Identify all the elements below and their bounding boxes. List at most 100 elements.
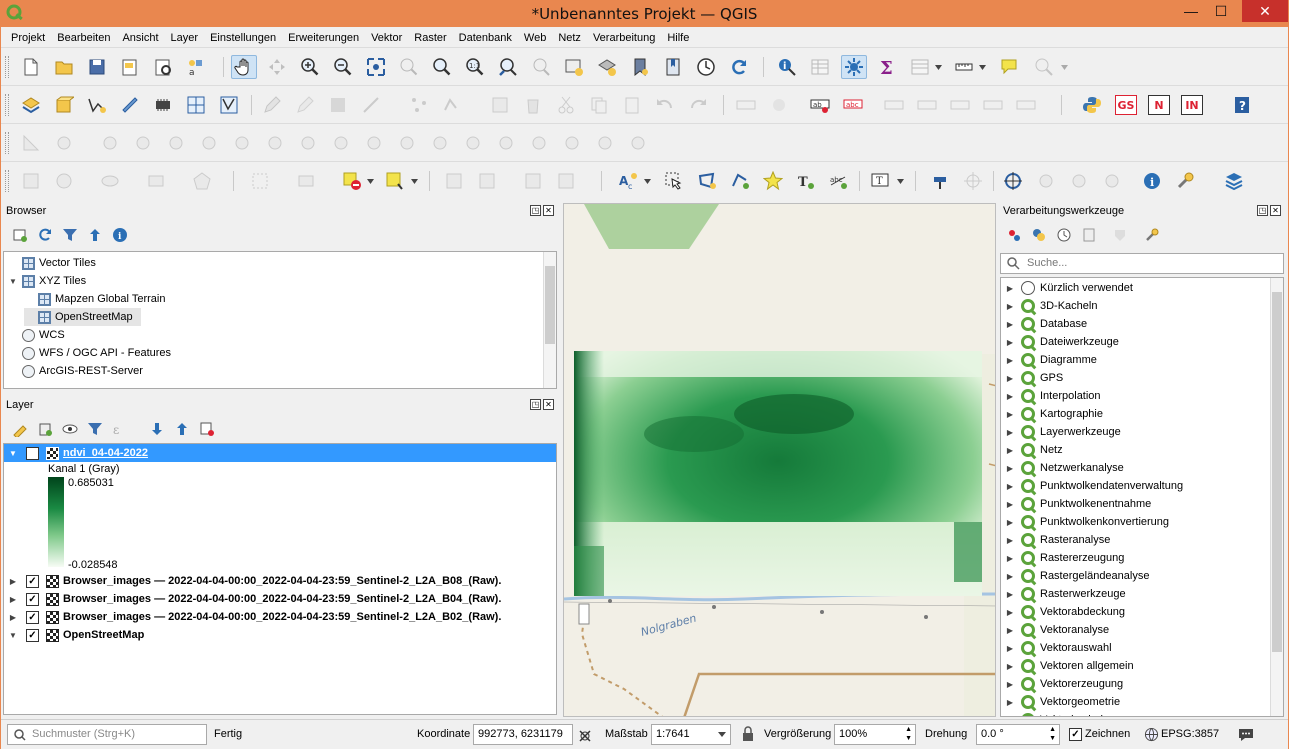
magnifier-spinbox[interactable]: 100% ▲ ▼ (834, 724, 916, 745)
lock-scale-icon[interactable] (741, 726, 755, 742)
expand-arrow-icon[interactable]: ▶ (1005, 572, 1015, 581)
toolbar-grip[interactable] (5, 56, 9, 78)
layer-row[interactable]: ▶ ✓ Browser_images — 2022-04-04-00:00_2022… (4, 572, 556, 590)
move-label-icon[interactable] (947, 93, 973, 117)
new-print-layout-icon[interactable] (117, 55, 143, 79)
rotate-label-icon[interactable] (980, 93, 1006, 117)
rotate-point-symbols-icon[interactable] (625, 131, 651, 155)
python-scripts-icon[interactable] (1031, 227, 1047, 243)
processing-group[interactable]: ▶ Interpolation (1005, 387, 1101, 405)
delete-selected-icon[interactable] (520, 93, 546, 117)
chevron-down-icon[interactable] (411, 179, 418, 184)
gps-reset-icon[interactable] (1099, 169, 1125, 193)
show-hide-labels-icon[interactable] (914, 93, 940, 117)
layer-row[interactable]: ▶ ✓ Browser_images — 2022-04-04-00:00_2022… (4, 608, 556, 626)
expand-arrow-icon[interactable]: ▶ (1005, 698, 1015, 707)
expand-arrow-icon[interactable]: ▶ (8, 595, 18, 604)
text-annotation-icon[interactable]: T (867, 169, 893, 193)
toolbar-grip[interactable] (5, 94, 9, 116)
move-feature-icon[interactable] (51, 131, 77, 155)
label-settings-icon[interactable] (766, 93, 792, 117)
rotate-feature-icon[interactable] (97, 131, 123, 155)
toolbox-search-input[interactable]: Suche... (1000, 253, 1284, 274)
layer-row[interactable]: ▼ ✓ OpenStreetMap (4, 626, 556, 644)
toggle-extents-icon[interactable] (577, 728, 593, 744)
add-selected-layers-icon[interactable] (12, 227, 28, 243)
expand-arrow-icon[interactable]: ▶ (8, 577, 18, 586)
browser-item[interactable]: ▼ XYZ Tiles (8, 272, 86, 290)
expand-arrow-icon[interactable]: ▶ (1005, 644, 1015, 653)
select-features-icon[interactable] (247, 169, 273, 193)
add-text-annotation-icon[interactable]: Ac (615, 169, 641, 193)
chevron-down-icon[interactable] (979, 65, 986, 70)
processing-group[interactable]: ▶ Dateiwerkzeuge (1005, 333, 1119, 351)
expand-arrow-icon[interactable]: ▶ (1005, 410, 1015, 419)
layer-row-ndvi[interactable]: ▼ ✓ ndvi_04-04-2022 (4, 444, 556, 462)
close-button[interactable]: ✕ (1242, 0, 1288, 22)
float-panel-icon[interactable]: ◳ (530, 399, 541, 410)
layer-visibility-checkbox[interactable]: ✓ (26, 610, 39, 624)
expand-arrow-icon[interactable]: ▶ (1005, 680, 1015, 689)
processing-group[interactable]: ▶ Punktwolkendatenverwaltung (1005, 477, 1183, 495)
expand-arrow-icon[interactable]: ▶ (1005, 356, 1015, 365)
gps-crosshair-icon[interactable] (960, 169, 986, 193)
expand-arrow-icon[interactable]: ▶ (8, 613, 18, 622)
toolbox-icon[interactable] (841, 55, 867, 79)
processing-group[interactable]: ▶ Kartographie (1005, 405, 1103, 423)
add-layer-icon[interactable] (51, 93, 77, 117)
expand-arrow-icon[interactable]: ▶ (1005, 464, 1015, 473)
reverse-line-icon[interactable] (427, 131, 453, 155)
processing-group[interactable]: ▶ Vektoren allgemein (1005, 657, 1134, 675)
processing-group[interactable]: ▶ Rastererzeugung (1005, 549, 1124, 567)
zoom-to-selection-icon[interactable] (396, 55, 422, 79)
temporal-controller-icon[interactable] (693, 55, 719, 79)
info-icon[interactable]: i (112, 227, 128, 243)
select-by-value-icon[interactable] (293, 169, 319, 193)
split-features-icon[interactable] (493, 131, 519, 155)
processing-group[interactable]: ▶ Netzwerkanalyse (1005, 459, 1124, 477)
processing-group[interactable]: ▶ Kürzlich verwendet (1005, 279, 1133, 297)
gps-add-point-icon[interactable] (1033, 169, 1059, 193)
vertex-tool-icon[interactable] (406, 93, 432, 117)
expand-arrow-icon[interactable]: ▶ (1005, 590, 1015, 599)
save-edits-icon[interactable] (325, 93, 351, 117)
pin-icon[interactable] (927, 169, 953, 193)
digitize-line-icon[interactable] (358, 93, 384, 117)
coordinate-field[interactable]: 992773, 6231179 (473, 724, 573, 745)
edit-features-in-place-icon[interactable] (1112, 227, 1128, 243)
add-circle-icon[interactable] (51, 169, 77, 193)
expand-arrow-icon[interactable]: ▶ (1005, 608, 1015, 617)
show-layout-manager-icon[interactable] (150, 55, 176, 79)
toolbar-grip[interactable] (5, 170, 9, 192)
chevron-down-icon[interactable] (1061, 65, 1068, 70)
zoom-full-icon[interactable] (363, 55, 389, 79)
layer-diagram-icon[interactable]: abc (840, 93, 866, 117)
layer-visibility-checkbox[interactable]: ✓ (26, 446, 39, 460)
processing-group[interactable]: ▶ Vektorgeometrie (1005, 693, 1120, 711)
modify-attributes-icon[interactable] (487, 93, 513, 117)
new-map-view-icon[interactable] (561, 55, 587, 79)
deselect-features-icon[interactable] (339, 169, 365, 193)
shape-digitize-icon[interactable] (18, 169, 44, 193)
processing-group[interactable]: ▶ Punktwolkenkonvertierung (1005, 513, 1169, 531)
info-icon[interactable]: i (1139, 169, 1165, 193)
toggle-editing-icon[interactable] (292, 93, 318, 117)
expand-arrow-icon[interactable]: ▶ (1005, 392, 1015, 401)
expand-arrow-icon[interactable]: ▶ (1005, 302, 1015, 311)
zoom-last-icon[interactable] (495, 55, 521, 79)
menu-raster[interactable]: Raster (408, 29, 452, 47)
expand-arrow-icon[interactable]: ▶ (1005, 626, 1015, 635)
menu-einstellungen[interactable]: Einstellungen (204, 29, 282, 47)
add-mesh-layer-icon[interactable] (150, 93, 176, 117)
expand-arrow-icon[interactable]: ▼ (8, 631, 18, 640)
measure-line-icon[interactable] (951, 55, 977, 79)
create-text-annotation-icon[interactable]: T (793, 169, 819, 193)
vertex-editor-icon[interactable] (439, 93, 465, 117)
locator-search-input[interactable]: Suchmuster (Strg+K) (7, 724, 207, 745)
menu-erweiterungen[interactable]: Erweiterungen (282, 29, 365, 47)
offset-curve-icon[interactable] (394, 131, 420, 155)
expand-arrow-icon[interactable]: ▶ (1005, 518, 1015, 527)
georeferencer-icon[interactable] (1000, 169, 1026, 193)
locator-search-icon[interactable] (1031, 55, 1057, 79)
add-regular-polygon-icon[interactable] (189, 169, 215, 193)
